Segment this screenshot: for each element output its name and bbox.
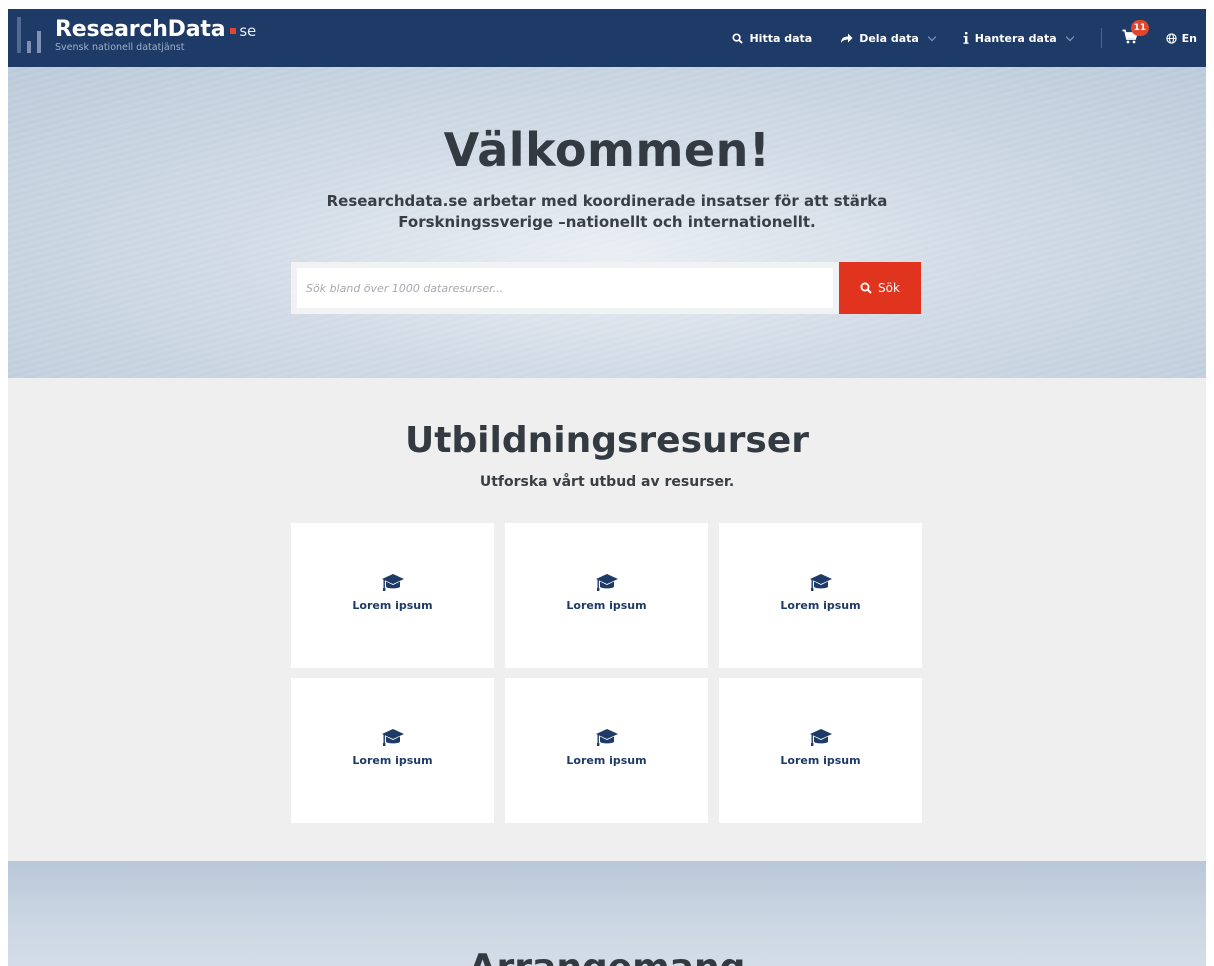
nav-divider (1100, 28, 1102, 48)
events-title: Arrangemang (8, 947, 1206, 966)
search-button[interactable]: Sök (839, 262, 921, 314)
info-icon (963, 32, 969, 44)
resource-card-label: Lorem ipsum (566, 754, 647, 767)
search-button-label: Sök (878, 281, 900, 295)
brand-name: ResearchData (55, 17, 226, 42)
share-icon (841, 33, 853, 43)
resource-card[interactable]: Lorem ipsum (719, 523, 922, 668)
resources-section: Utbildningsresurser Utforska vårt utbud … (8, 378, 1206, 861)
chevron-down-icon (1065, 32, 1074, 41)
resource-card-label: Lorem ipsum (352, 754, 433, 767)
graduation-cap-icon (381, 574, 404, 591)
resource-card-label: Lorem ipsum (780, 599, 861, 612)
nav-hitta-data-label: Hitta data (749, 31, 813, 45)
chevron-down-icon (927, 32, 937, 41)
top-navbar: ResearchData se Svensk nationell datatjän… (8, 9, 1206, 67)
resource-card[interactable]: Lorem ipsum (505, 678, 708, 823)
hero-subtitle: Researchdata.se arbetar med koordinerade… (326, 192, 888, 231)
main-nav: Hitta data Dela data Hantera data 11 En (732, 9, 1206, 67)
nav-hantera-data[interactable]: Hantera data (963, 31, 1074, 45)
search-icon (732, 32, 744, 44)
resource-card[interactable]: Lorem ipsum (291, 678, 494, 823)
nav-dela-data[interactable]: Dela data (840, 31, 937, 45)
globe-icon (1165, 32, 1177, 44)
graduation-cap-icon (809, 729, 832, 746)
language-switch[interactable]: En (1165, 31, 1197, 45)
nav-hantera-data-label: Hantera data (974, 31, 1057, 45)
language-label: En (1181, 31, 1197, 45)
search-input[interactable] (297, 268, 833, 308)
resource-card-label: Lorem ipsum (780, 754, 861, 767)
search-form: Sök (291, 262, 921, 314)
resource-card-label: Lorem ipsum (566, 599, 647, 612)
logo-bars-icon (17, 15, 47, 61)
resource-card[interactable]: Lorem ipsum (505, 523, 708, 668)
resource-card[interactable]: Lorem ipsum (719, 678, 922, 823)
hero-title: Välkommen! (443, 123, 771, 177)
resources-title: Utbildningsresurser (404, 420, 810, 461)
graduation-cap-icon (381, 729, 404, 746)
hero-section: Välkommen! Researchdata.se arbetar med k… (8, 67, 1206, 378)
resource-card-label: Lorem ipsum (352, 599, 433, 612)
graduation-cap-icon (595, 574, 618, 591)
brand-tld: se (239, 22, 257, 40)
nav-hitta-data[interactable]: Hitta data (732, 32, 812, 45)
site-logo[interactable]: ResearchData se Svensk nationell datatjän… (17, 15, 256, 61)
resource-card[interactable]: Lorem ipsum (291, 523, 494, 668)
resources-subtitle: Utforska vårt utbud av resurser. (479, 474, 735, 490)
graduation-cap-icon (809, 574, 832, 591)
cart-count-badge: 11 (1130, 20, 1150, 36)
search-icon (860, 282, 872, 294)
events-section: Arrangemang (8, 861, 1206, 966)
graduation-cap-icon (595, 729, 618, 746)
cart-button[interactable]: 11 (1122, 20, 1150, 47)
brand-dot (230, 28, 237, 34)
search-box (291, 262, 839, 314)
resource-cards: Lorem ipsum Lorem ipsum Lorem ipsum Lore… (291, 523, 922, 823)
nav-dela-data-label: Dela data (859, 31, 919, 45)
